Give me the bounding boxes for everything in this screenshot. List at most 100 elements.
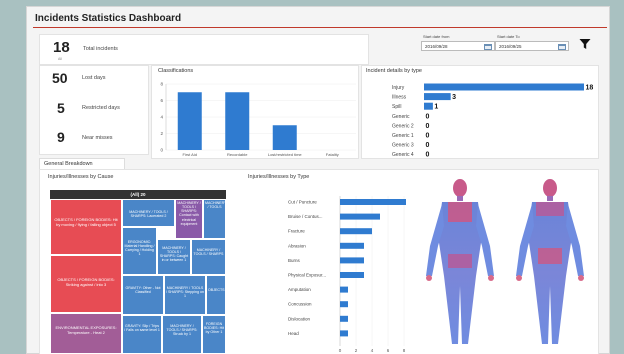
treemap-cell[interactable]: MACHINERY / TOOLS bbox=[203, 199, 226, 239]
bar bbox=[340, 242, 364, 249]
treemap-cell[interactable]: GRAVITY: Other - Not Classified bbox=[122, 275, 164, 315]
x-tick-label: 6 bbox=[387, 348, 390, 353]
treemap-cell[interactable]: MACHINERY / TOOLS / SHARPS: Stepping on … bbox=[164, 275, 206, 315]
near-misses-label: Near misses bbox=[82, 135, 113, 141]
near-misses-value: 9 bbox=[57, 129, 65, 145]
tab-general-breakdown[interactable]: General Breakdown bbox=[39, 158, 125, 169]
total-incidents-label: Total incidents bbox=[83, 46, 118, 52]
bar bbox=[225, 92, 250, 150]
treemap-cell[interactable]: OBJECTS / FOREIGN BODIES: Hit by moving … bbox=[50, 199, 122, 255]
start-date-to-input[interactable]: 2016/09/25 bbox=[495, 41, 569, 51]
day-stats-card: 50 Lost days 5 Restricted days 9 Near mi… bbox=[39, 65, 149, 155]
x-tick-label: First Aid bbox=[183, 152, 197, 157]
y-tick-label: 8 bbox=[160, 82, 163, 87]
bar bbox=[340, 330, 348, 337]
bar bbox=[424, 102, 433, 110]
treemap-cell[interactable]: MACHINERY / TOOLS / SHARPS: Lacerated 2 bbox=[122, 199, 175, 227]
data-label: 18 bbox=[586, 85, 594, 92]
y-tick-label: 6 bbox=[160, 98, 163, 103]
bar bbox=[424, 93, 451, 101]
y-tick-label: Spill bbox=[392, 104, 401, 110]
y-tick-label: 0 bbox=[160, 148, 163, 153]
bar bbox=[340, 286, 348, 293]
x-tick-label: 8 bbox=[403, 348, 406, 353]
treemap-cell[interactable]: GRAVITY: Slip / Trips / Falls on same le… bbox=[122, 315, 162, 354]
y-tick-label: 4 bbox=[160, 115, 163, 120]
x-tick-label: Recordable bbox=[227, 152, 248, 157]
bar bbox=[424, 83, 584, 91]
data-label: 0 bbox=[426, 123, 430, 130]
y-tick-label: Generic 1 bbox=[392, 133, 414, 139]
data-label: 0 bbox=[426, 142, 430, 149]
data-label: 0 bbox=[426, 113, 430, 120]
y-tick-label: Bruise / Contus... bbox=[288, 214, 323, 219]
calendar-icon[interactable] bbox=[484, 43, 492, 50]
treemap-cell[interactable]: OBJECTS bbox=[206, 275, 226, 315]
treemap-cell[interactable]: MACHINERY / TOOLS / SHARPS: Caught in or… bbox=[157, 239, 191, 275]
bar bbox=[340, 257, 364, 264]
y-tick-label: Generic 3 bbox=[392, 143, 414, 149]
x-tick-label: 0 bbox=[339, 348, 342, 353]
treemap-cell[interactable]: ENVIRONMENTAL EXPOSURES: Temperature - H… bbox=[50, 313, 122, 354]
header-divider bbox=[33, 27, 607, 28]
y-tick-label: Head bbox=[288, 331, 299, 336]
y-tick-label: Cut / Puncture bbox=[288, 200, 317, 205]
treemap-header: (All) 20 bbox=[50, 190, 226, 199]
injuries-by-type-chart: 0246810Cut / PunctureBruise / Contus...F… bbox=[288, 196, 406, 353]
treemap-title: Injuries/Illnesses by Cause bbox=[48, 174, 114, 180]
y-tick-label: Generic 2 bbox=[392, 123, 414, 129]
y-tick-label: Injury bbox=[392, 85, 405, 91]
bar bbox=[340, 315, 348, 322]
y-tick-label: Burns bbox=[288, 258, 301, 263]
classifications-card: Classifications 0 2 4 6 8 First Aid Recordable… bbox=[151, 65, 359, 159]
incident-details-card: Incident details by type Injury 18 Illness… bbox=[361, 65, 599, 159]
classifications-chart: 0 2 4 6 8 First Aid Recordable Lost/restricted … bbox=[160, 82, 356, 157]
y-tick-label: Generic bbox=[392, 114, 410, 120]
bar bbox=[340, 272, 364, 278]
y-tick-label: Fracture bbox=[288, 229, 305, 234]
y-tick-label: Dislocation bbox=[288, 316, 311, 321]
y-tick-label: Concussion bbox=[288, 302, 312, 307]
data-label: 0 bbox=[426, 152, 430, 159]
start-date-from-input[interactable]: 2016/09/28 bbox=[421, 41, 495, 51]
treemap-cell[interactable]: MACHINERY / TOOLS / SHARPS bbox=[191, 239, 226, 275]
y-tick-label: Amputation bbox=[288, 287, 311, 292]
body-map bbox=[426, 179, 584, 344]
y-tick-label: Abrasion bbox=[288, 243, 306, 248]
treemap-cell[interactable]: MACHINERY / TOOLS / SHARPS: Contact with… bbox=[175, 199, 203, 239]
body-back-figure[interactable] bbox=[516, 179, 584, 344]
bar bbox=[340, 199, 406, 205]
bar bbox=[340, 213, 380, 220]
treemap-cell[interactable]: MACHINERY / TOOLS / SHARPS: Struck by 1 bbox=[162, 315, 202, 354]
total-incidents-card: 18 All Total incidents bbox=[39, 34, 369, 65]
treemap-cell[interactable]: ERGONOMIC: Material Handling / Carrying … bbox=[122, 227, 157, 275]
y-tick-label: 2 bbox=[160, 131, 163, 136]
treemap-cell[interactable]: FOREIGN BODIES: Hit by Other 1 bbox=[202, 315, 226, 354]
start-date-to-value: 2016/09/25 bbox=[499, 44, 522, 49]
restricted-days-value: 5 bbox=[57, 100, 65, 116]
start-date-from-label: Start date from bbox=[423, 34, 450, 39]
y-tick-label: Illness bbox=[392, 95, 407, 101]
start-date-from-value: 2016/09/28 bbox=[425, 44, 448, 49]
page-title: Incidents Statistics Dashboard bbox=[35, 13, 182, 24]
total-incidents-sub: All bbox=[58, 57, 62, 61]
total-incidents-value: 18 bbox=[53, 39, 70, 56]
restricted-days-label: Restricted days bbox=[82, 105, 120, 111]
treemap-cell[interactable]: OBJECTS / FOREIGN BODIES: Striking again… bbox=[50, 255, 122, 313]
general-breakdown-card: Injuries/Illnesses by Cause (All) 20 OBJ… bbox=[39, 169, 599, 354]
x-tick-label: Lost/restricted time bbox=[268, 152, 303, 157]
y-tick-label: Generic 4 bbox=[392, 152, 414, 158]
treemap: OBJECTS / FOREIGN BODIES: Hit by moving … bbox=[50, 199, 226, 354]
y-tick-label: Physical Exposur... bbox=[288, 273, 326, 278]
x-tick-label: 4 bbox=[371, 348, 374, 353]
body-front-figure[interactable] bbox=[426, 179, 494, 344]
bar bbox=[340, 301, 348, 308]
data-label: 3 bbox=[452, 94, 456, 101]
bar bbox=[177, 92, 202, 150]
treemap-header-label: (All) 20 bbox=[130, 192, 146, 197]
calendar-icon[interactable] bbox=[558, 43, 566, 50]
x-tick-label: 2 bbox=[355, 348, 358, 353]
dashboard-panel: Incidents Statistics Dashboard 18 All To… bbox=[26, 6, 610, 354]
filter-icon[interactable] bbox=[579, 38, 591, 50]
data-label: 1 bbox=[434, 104, 438, 111]
